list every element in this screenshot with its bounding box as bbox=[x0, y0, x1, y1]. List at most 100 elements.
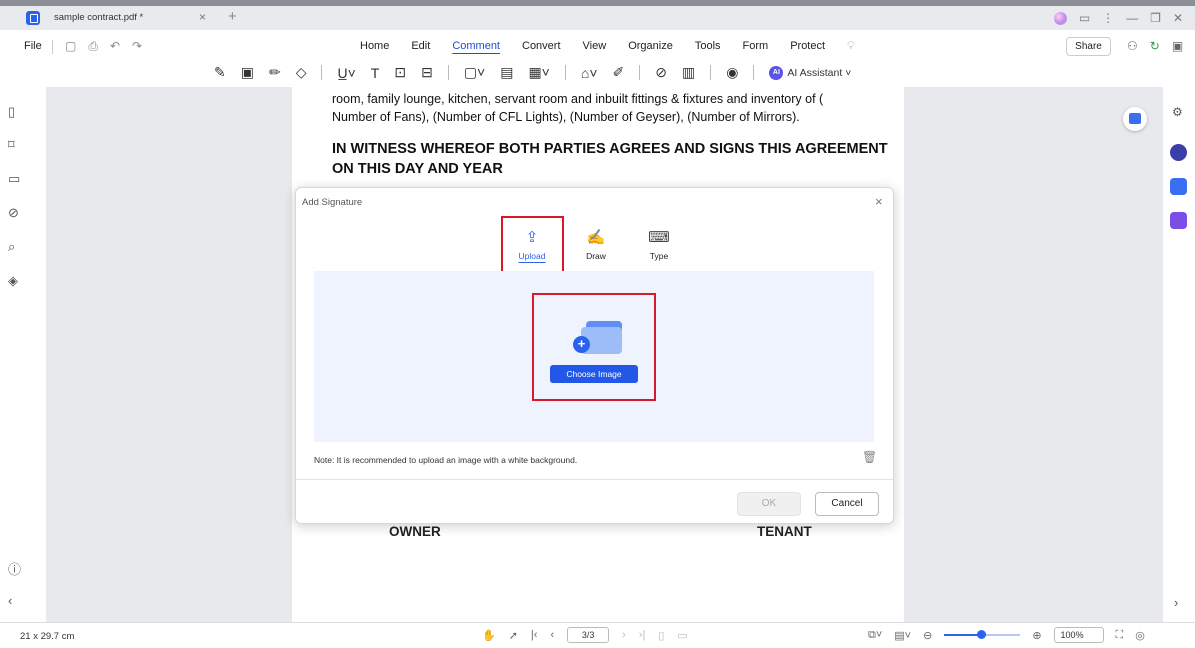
menu-bar: File ▢ ⎙ ↶ ↷ Home Edit Comment Convert V… bbox=[0, 30, 1195, 63]
upload-note: Note: It is recommended to upload an ima… bbox=[314, 455, 578, 465]
page-number-input[interactable]: 3/3 bbox=[567, 627, 610, 643]
menu-tools[interactable]: Tools bbox=[684, 40, 732, 53]
text-box-icon[interactable]: ⊡ bbox=[394, 64, 406, 81]
menu-home[interactable]: Home bbox=[349, 40, 400, 53]
stamp-icon[interactable]: ▦˅ bbox=[528, 64, 549, 81]
tab-close-icon[interactable]: × bbox=[199, 10, 206, 24]
bookmark-icon[interactable]: ⌑ bbox=[8, 137, 15, 153]
comment-list-icon[interactable]: ▥ bbox=[682, 64, 695, 81]
underline-icon[interactable]: U̲˅ bbox=[337, 65, 355, 81]
collapse-left-icon[interactable]: ‹ bbox=[8, 593, 12, 608]
title-bar: sample contract.pdf * × + ▭ ⋮ — ❐ ✕ bbox=[0, 0, 1195, 30]
area-highlight-icon[interactable]: ▣ bbox=[241, 64, 254, 81]
account-avatar[interactable] bbox=[1053, 11, 1067, 25]
save-icon[interactable]: ▢ bbox=[65, 39, 76, 54]
paragraph-line: room, family lounge, kitchen, servant ro… bbox=[332, 92, 824, 106]
main-menu: Home Edit Comment Convert View Organize … bbox=[349, 40, 866, 53]
dialog-title: Add Signature bbox=[302, 197, 363, 208]
ok-button[interactable]: OK bbox=[737, 492, 801, 516]
tab-type[interactable]: ⌨ Type bbox=[639, 228, 679, 261]
menu-protect[interactable]: Protect bbox=[779, 40, 836, 53]
document-tab[interactable]: sample contract.pdf * × bbox=[46, 6, 216, 30]
attachment-panel-icon[interactable]: ⊘ bbox=[8, 205, 19, 221]
search-icon[interactable]: ⌕ bbox=[8, 239, 15, 255]
attachment-icon[interactable]: ⊘ bbox=[655, 64, 667, 81]
highlight-icon[interactable]: ✎ bbox=[214, 64, 226, 81]
collapse-right-icon[interactable]: › bbox=[1174, 595, 1178, 610]
layers-icon[interactable]: ◈ bbox=[8, 273, 18, 289]
text-icon[interactable]: T bbox=[371, 65, 380, 81]
menu-view[interactable]: View bbox=[572, 40, 618, 53]
minimize-icon[interactable]: — bbox=[1126, 11, 1138, 25]
last-page-icon[interactable]: ›| bbox=[639, 629, 646, 641]
ai-assistant-button[interactable]: AI AI Assistant ˅ bbox=[769, 65, 851, 80]
eye-icon[interactable]: ◉ bbox=[726, 64, 738, 81]
divider bbox=[710, 65, 712, 80]
lightbulb-icon[interactable]: 💡︎ bbox=[836, 40, 866, 53]
hand-tool-icon[interactable]: ✋ bbox=[482, 629, 496, 642]
restore-icon[interactable]: ❐ bbox=[1150, 11, 1161, 25]
callout-icon[interactable]: ⊟ bbox=[421, 64, 433, 81]
two-page-icon[interactable]: ▭ bbox=[677, 629, 687, 642]
fit-icon[interactable]: ⧉˅ bbox=[868, 629, 882, 642]
single-page-icon[interactable]: ▯ bbox=[658, 629, 664, 642]
menu-comment[interactable]: Comment bbox=[441, 40, 511, 53]
prev-page-icon[interactable]: ‹ bbox=[550, 629, 554, 641]
eraser-icon[interactable]: ◇ bbox=[296, 64, 307, 81]
sync-icon[interactable]: ↻ bbox=[1150, 39, 1160, 53]
comment-icon[interactable]: ▭ bbox=[8, 171, 20, 187]
properties-icon[interactable]: ⚙ bbox=[1172, 105, 1183, 119]
print-icon[interactable]: ⎙ bbox=[88, 39, 98, 54]
panel-icon[interactable]: ▣ bbox=[1172, 39, 1183, 53]
comment-tools: ✎ ▣ ✏ ◇ U̲˅ T ⊡ ⊟ ▢˅ ▤ ▦˅ ⌂˅ ✐ ⊘ ▥ ◉ AI … bbox=[214, 64, 851, 81]
select-tool-icon[interactable]: ➚ bbox=[509, 629, 518, 642]
shape-icon[interactable]: ▢˅ bbox=[464, 64, 485, 81]
translate-float-button[interactable] bbox=[1123, 107, 1147, 131]
message-icon[interactable]: ▭ bbox=[1079, 11, 1090, 25]
page-thumbnail-icon[interactable]: ▯ bbox=[8, 104, 15, 120]
zoom-out-icon[interactable]: ⊖ bbox=[923, 629, 932, 642]
upload-drop-area[interactable]: + Choose Image bbox=[314, 271, 874, 442]
redo-icon[interactable]: ↷ bbox=[132, 39, 142, 54]
dialog-close-icon[interactable]: × bbox=[875, 194, 883, 209]
zoom-select[interactable]: 100% bbox=[1053, 627, 1104, 643]
tab-draw[interactable]: ✍ Draw bbox=[576, 228, 616, 261]
ai-chat-icon[interactable] bbox=[1170, 144, 1187, 161]
signature-icon[interactable]: ⌂˅ bbox=[581, 65, 598, 81]
people-icon[interactable]: ⚇ bbox=[1127, 39, 1138, 53]
divider bbox=[564, 65, 566, 80]
settings-circle-icon[interactable]: ◎ bbox=[1135, 629, 1145, 642]
note-icon[interactable]: ▤ bbox=[500, 64, 513, 81]
undo-icon[interactable]: ↶ bbox=[110, 39, 120, 54]
cancel-button[interactable]: Cancel bbox=[815, 492, 879, 516]
sign-pen-icon[interactable]: ✐ bbox=[613, 64, 625, 81]
new-tab-icon[interactable]: + bbox=[228, 8, 237, 25]
divider bbox=[447, 65, 449, 80]
first-page-icon[interactable]: |‹ bbox=[531, 629, 538, 641]
pencil-icon[interactable]: ✏ bbox=[269, 64, 281, 81]
window-controls: ▭ ⋮ — ❐ ✕ bbox=[1053, 6, 1195, 30]
menu-convert[interactable]: Convert bbox=[511, 40, 572, 53]
help-icon[interactable]: ⓘ bbox=[8, 559, 21, 578]
status-bar: 21 x 29.7 cm ✋ ➚ |‹ ‹ 3/3 › ›| ▯ ▭ ⧉˅ ▤˅… bbox=[0, 622, 1195, 648]
next-page-icon[interactable]: › bbox=[622, 629, 626, 641]
zoom-slider-knob[interactable] bbox=[976, 630, 986, 639]
paragraph-line: Number of Fans), (Number of CFL Lights),… bbox=[332, 110, 800, 124]
zoom-in-icon[interactable]: ⊕ bbox=[1032, 629, 1041, 642]
fullscreen-icon[interactable]: ⛶ bbox=[1116, 629, 1124, 642]
file-menu[interactable]: File bbox=[24, 40, 42, 52]
share-button[interactable]: Share bbox=[1066, 37, 1111, 56]
view-mode-icon[interactable]: ▤˅ bbox=[894, 629, 911, 642]
translate-icon[interactable] bbox=[1170, 178, 1187, 195]
menu-organize[interactable]: Organize bbox=[617, 40, 684, 53]
divider bbox=[321, 65, 323, 80]
trash-icon[interactable]: 🗑︎ bbox=[862, 450, 877, 464]
close-window-icon[interactable]: ✕ bbox=[1173, 11, 1183, 25]
menu-edit[interactable]: Edit bbox=[400, 40, 441, 53]
menu-form[interactable]: Form bbox=[732, 40, 780, 53]
zoom-slider[interactable] bbox=[944, 630, 1021, 639]
ai-tools-icon[interactable] bbox=[1170, 212, 1187, 229]
witness-heading: IN WITNESS WHEREOF BOTH PARTIES AGREES A… bbox=[332, 141, 888, 157]
more-menu-icon[interactable]: ⋮ bbox=[1102, 11, 1114, 25]
menu-right-icons: ⚇ ↻ ▣ bbox=[1127, 39, 1183, 53]
